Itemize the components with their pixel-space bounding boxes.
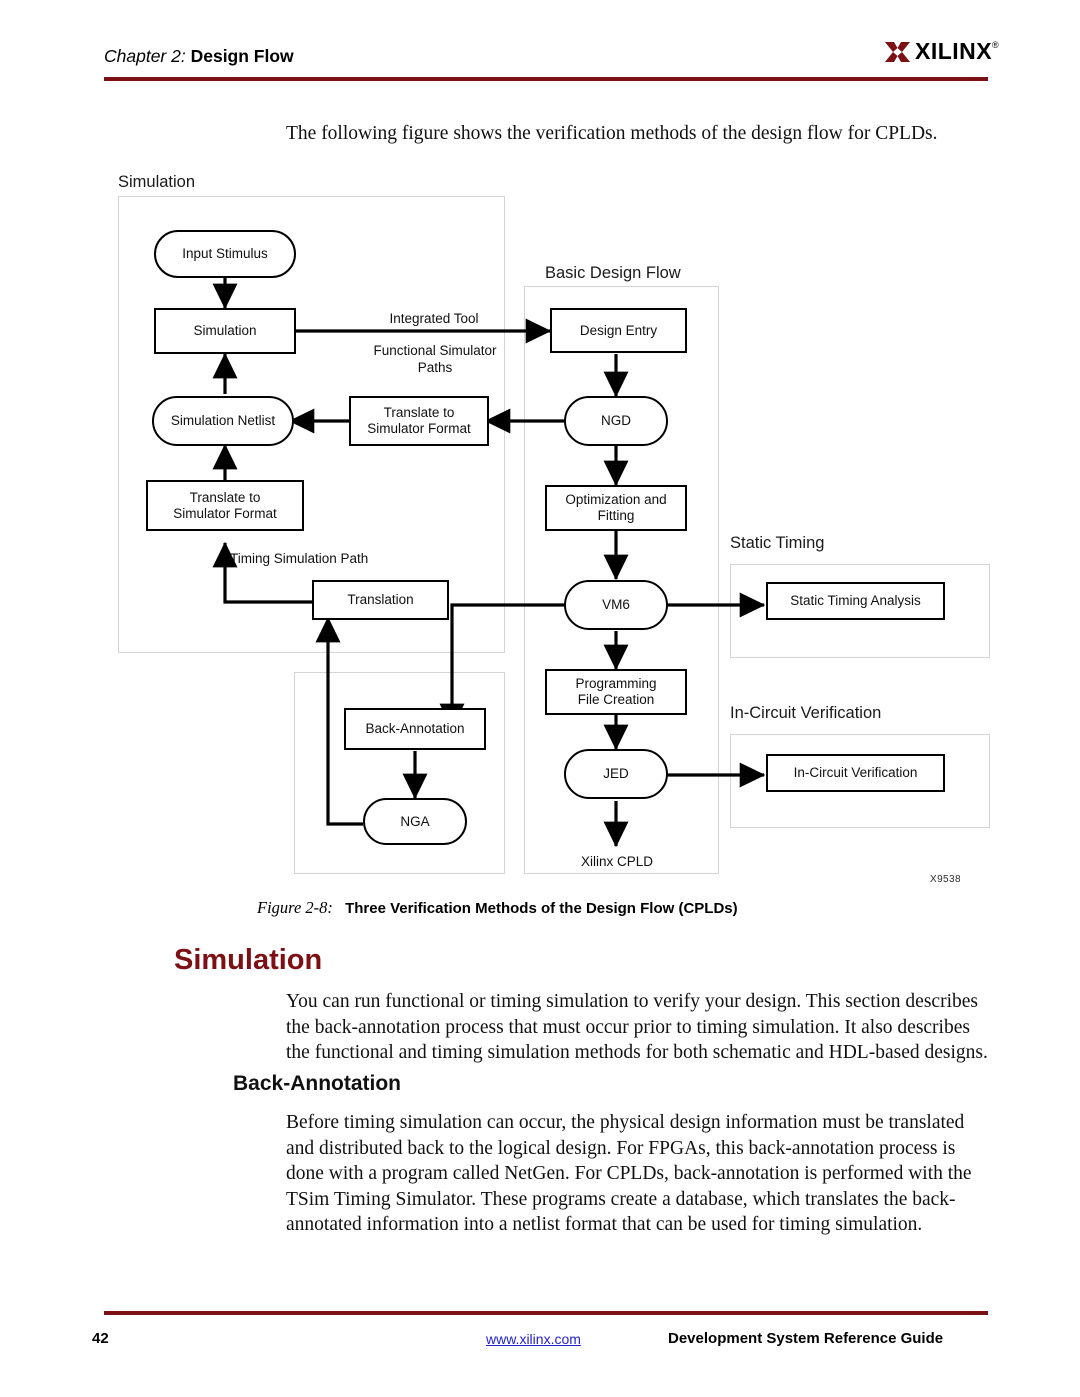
section-body-simulation: You can run functional or timing simulat… [286, 991, 988, 1064]
edge-label-timing-simulation-path: Timing Simulation Path [230, 551, 369, 566]
figure-caption-text: Three Verification Methods of the Design… [345, 900, 738, 917]
intro-paragraph: The following figure shows the verificat… [286, 123, 938, 144]
node-static-timing-analysis[interactable]: Static Timing Analysis [766, 582, 945, 620]
chapter-title: Design Flow [190, 46, 294, 66]
registered-mark-icon: ® [992, 40, 999, 50]
node-vm6[interactable]: VM6 [564, 580, 668, 630]
figure-caption: Figure 2-8: Three Verification Methods o… [257, 898, 997, 918]
xilinx-logo-icon [885, 42, 910, 62]
figure-caption-number: Figure 2-8: [257, 898, 333, 917]
breadcrumb: Chapter 2: Design Flow [104, 46, 294, 67]
node-xilinx-cpld: Xilinx CPLD [580, 854, 654, 869]
section-heading-simulation: Simulation [174, 944, 323, 976]
footer-page-number: 42 [92, 1330, 109, 1347]
node-optimization-and-fitting[interactable]: Optimization and Fitting [545, 485, 687, 531]
node-nga[interactable]: NGA [363, 798, 467, 845]
section-body-back-annotation: Before timing simulation can occur, the … [286, 1112, 972, 1236]
node-translate-to-simulator-format-left[interactable]: Translate to Simulator Format [146, 480, 304, 531]
node-ngd[interactable]: NGD [564, 396, 668, 446]
node-input-stimulus[interactable]: Input Stimulus [154, 230, 296, 278]
xilinx-logo: XILINX ® [884, 38, 999, 68]
chapter-prefix: Chapter 2: [104, 46, 186, 66]
diagram-connectors [212, 278, 766, 848]
figure-diagram: Simulation Basic Design Flow Static Timi… [104, 168, 990, 928]
logo-wordmark: XILINX [915, 38, 993, 64]
document-page: Chapter 2: Design Flow XILINX ® The foll… [0, 0, 1080, 1397]
node-translation[interactable]: Translation [312, 580, 449, 620]
node-simulation-netlist[interactable]: Simulation Netlist [152, 396, 294, 446]
node-simulation[interactable]: Simulation [154, 308, 296, 354]
edge-label-integrated-tool: Integrated Tool [389, 311, 479, 326]
footer-rule [104, 1311, 988, 1315]
node-translate-to-simulator-format-mid[interactable]: Translate to Simulator Format [349, 396, 489, 446]
edge-label-functional-simulator-paths: Functional Simulator Paths [373, 343, 497, 375]
figure-code: X9538 [930, 874, 961, 885]
node-programming-file-creation[interactable]: Programming File Creation [545, 669, 687, 715]
section-heading-back-annotation: Back-Annotation [233, 1072, 401, 1095]
node-back-annotation[interactable]: Back-Annotation [344, 708, 486, 750]
header-rule [104, 77, 988, 81]
node-in-circuit-verification[interactable]: In-Circuit Verification [766, 754, 945, 792]
footer-guide-title: Development System Reference Guide [668, 1330, 944, 1347]
footer-url-link[interactable]: www.xilinx.com [486, 1331, 581, 1347]
node-jed[interactable]: JED [564, 749, 668, 799]
node-design-entry[interactable]: Design Entry [550, 308, 687, 353]
page-header: Chapter 2: Design Flow XILINX ® [0, 0, 1080, 95]
